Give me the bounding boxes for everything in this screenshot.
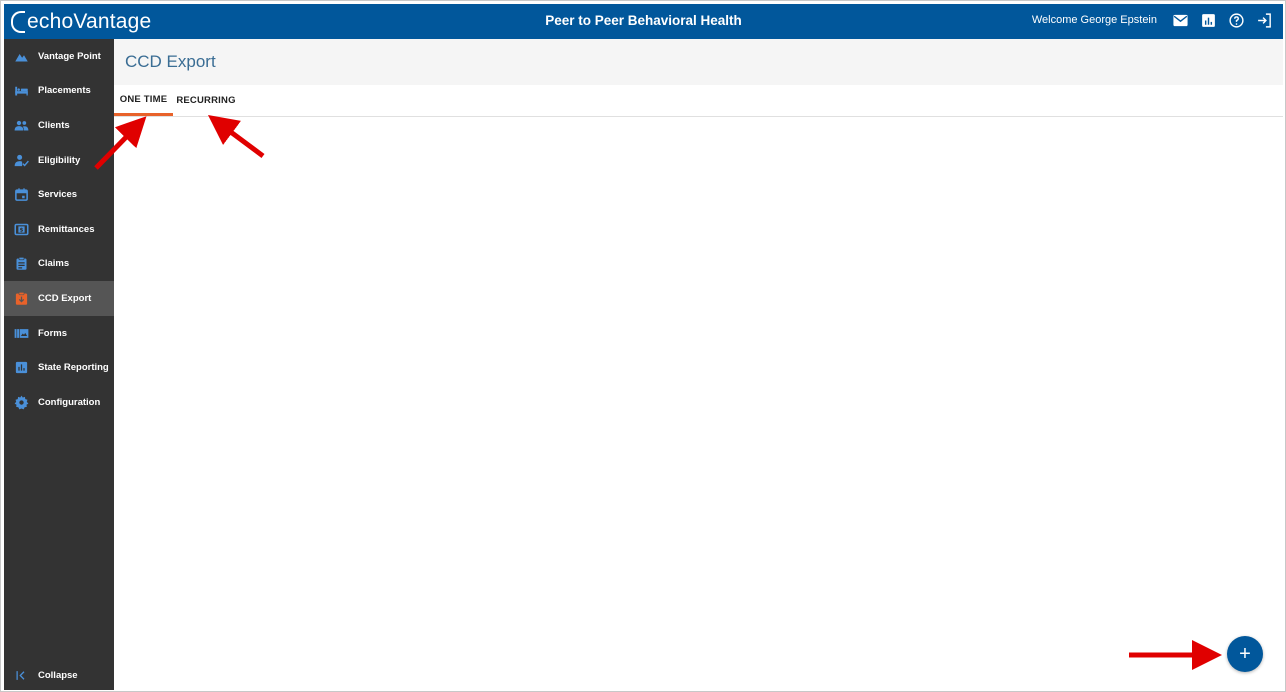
tab-one-time[interactable]: ONE TIME: [114, 85, 173, 116]
sidebar-item-label: Configuration: [38, 396, 101, 408]
sidebar-item-label: Vantage Point: [38, 50, 101, 62]
sidebar-item-state-reporting[interactable]: State Reporting: [4, 350, 114, 385]
page-title: CCD Export: [125, 52, 216, 71]
welcome-text: Welcome George Epstein: [1031, 14, 1157, 26]
sidebar-item-forms[interactable]: Forms: [4, 316, 114, 351]
svg-text:$: $: [19, 227, 23, 233]
app-window: echoVantage Peer to Peer Behavioral Heal…: [0, 0, 1286, 692]
sidebar-item-services[interactable]: Services: [4, 177, 114, 212]
gear-icon: [12, 393, 30, 411]
mountain-icon: [12, 47, 30, 65]
report-icon[interactable]: [1199, 11, 1217, 29]
people-icon: [12, 116, 30, 134]
sidebar-item-clients[interactable]: Clients: [4, 108, 114, 143]
sidebar: Vantage Point Placements Clients Eligibi…: [4, 39, 114, 690]
collapse-icon: [12, 666, 30, 684]
clipboard-icon: [12, 255, 30, 273]
sidebar-item-ccd-export[interactable]: CCD Export: [4, 281, 114, 316]
sidebar-item-vantage-point[interactable]: Vantage Point: [4, 39, 114, 74]
sidebar-item-remittances[interactable]: $ Remittances: [4, 212, 114, 247]
tab-recurring[interactable]: RECURRING: [173, 85, 239, 116]
sidebar-item-label: State Reporting: [38, 362, 109, 374]
main-content: CCD Export ONE TIME RECURRING +: [114, 39, 1283, 690]
forms-icon: [12, 324, 30, 342]
sidebar-item-configuration[interactable]: Configuration: [4, 385, 114, 420]
person-check-icon: [12, 151, 30, 169]
calendar-icon: [12, 186, 30, 204]
export-icon: [12, 289, 30, 307]
sidebar-item-label: Services: [38, 189, 78, 201]
sidebar-item-label: CCD Export: [38, 292, 92, 304]
sidebar-item-label: Remittances: [38, 223, 95, 235]
sidebar-item-label: Eligibility: [38, 154, 81, 166]
sidebar-collapse-button[interactable]: Collapse: [4, 664, 114, 686]
mail-icon[interactable]: [1171, 11, 1189, 29]
add-export-button[interactable]: +: [1227, 636, 1263, 672]
sidebar-item-label: Forms: [38, 327, 68, 339]
tab-bar: ONE TIME RECURRING: [114, 85, 1283, 117]
sidebar-item-label: Claims: [38, 258, 70, 270]
chart-icon: [12, 359, 30, 377]
sidebar-item-placements[interactable]: Placements: [4, 74, 114, 109]
sidebar-item-label: Placements: [38, 85, 91, 97]
page-header: CCD Export: [114, 39, 1283, 85]
logout-icon[interactable]: [1255, 11, 1273, 29]
header-actions: Welcome George Epstein: [1032, 11, 1273, 29]
dollar-icon: $: [12, 220, 30, 238]
top-header: echoVantage Peer to Peer Behavioral Heal…: [4, 4, 1283, 39]
sidebar-item-claims[interactable]: Claims: [4, 247, 114, 282]
bed-icon: [12, 82, 30, 100]
sidebar-item-label: Clients: [38, 119, 70, 131]
collapse-label: Collapse: [38, 669, 78, 681]
help-icon[interactable]: [1227, 11, 1245, 29]
sidebar-item-eligibility[interactable]: Eligibility: [4, 143, 114, 178]
